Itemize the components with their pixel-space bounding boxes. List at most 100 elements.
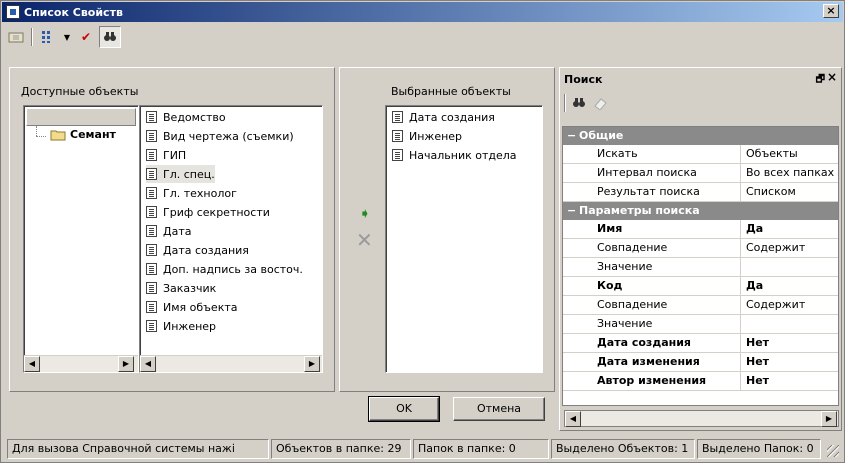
field-icon [146,301,157,313]
property-row[interactable]: Искать Объекты [563,145,838,164]
property-value[interactable]: Списком [743,183,838,202]
property-row[interactable]: Имя Да [563,220,838,239]
field-label: Дата создания [163,243,249,257]
find-panel-close-icon[interactable]: × [827,70,837,84]
available-field-item[interactable]: Ведомство [146,108,226,126]
selected-fields-list[interactable]: Дата создания Инженер Начальник отдела [385,105,543,373]
scroll-right-icon[interactable]: ▶ [118,356,134,372]
property-value[interactable]: Да [743,277,838,296]
selected-field-item[interactable]: Дата создания [392,108,495,126]
scroll-right-icon[interactable]: ▶ [821,411,837,427]
property-value[interactable]: Да [743,220,838,239]
property-category[interactable]: − Общие [563,127,838,145]
collapse-icon[interactable]: − [567,127,577,144]
folder-icon [50,130,66,141]
property-key: Значение [579,315,741,334]
field-label: Инженер [409,129,463,143]
available-field-item[interactable]: Дата создания [146,241,249,259]
find-toggle-button[interactable] [99,26,121,48]
property-value[interactable]: Объекты [743,145,838,164]
property-row[interactable]: Автор изменения Нет [563,372,838,391]
available-field-item[interactable]: Дата [146,222,191,240]
field-icon [146,263,157,275]
property-row[interactable]: Значение [563,315,838,334]
close-button[interactable]: × [823,4,839,18]
property-row[interactable]: Совпадение Содержит [563,296,838,315]
properties-window: Список Свойств × ▼ ✔ Доступные объекты С… [0,0,845,463]
category-label: Общие [579,129,624,142]
property-value[interactable]: Содержит [743,239,838,258]
property-row[interactable]: Дата изменения Нет [563,353,838,372]
available-field-item[interactable]: Гл. спец. [146,165,215,183]
property-value[interactable] [743,258,838,277]
property-grid[interactable]: − Общие Искать Объекты Интервал поиска Во все… [562,126,839,406]
resize-grip-icon[interactable] [827,445,839,457]
available-field-item[interactable]: Заказчик [146,279,216,297]
available-field-item[interactable]: Вид чертежа (съемки) [146,127,294,145]
tree-header [26,108,136,126]
ok-button[interactable]: OK [368,396,440,422]
field-icon [146,282,157,294]
remove-x-icon[interactable]: ✕ [356,228,373,252]
property-row[interactable]: Значение [563,258,838,277]
property-value[interactable]: Во всех папках [743,164,838,183]
property-key: Код [579,277,741,296]
view-dropdown-arrow[interactable]: ▼ [61,26,73,48]
collapse-icon[interactable]: − [567,202,577,219]
available-field-item[interactable]: Гл. технолог [146,184,237,202]
property-row[interactable]: Дата создания Нет [563,334,838,353]
field-icon [146,206,157,218]
property-row[interactable]: Совпадение Содержит [563,239,838,258]
available-field-item[interactable]: Имя объекта [146,298,238,316]
scroll-right-icon[interactable]: ▶ [304,356,320,372]
available-field-item[interactable]: Доп. надпись за восточ. [146,260,303,278]
find-horizontal-scrollbar[interactable]: ◀ ▶ [564,410,839,427]
check-icon[interactable]: ✔ [75,26,97,48]
property-category[interactable]: − Параметры поиска [563,202,838,220]
view-mode-button[interactable] [37,26,59,48]
folder-tree[interactable]: Семант ◀ ▶ [23,105,139,373]
property-value[interactable]: Нет [743,353,838,372]
toolbar-separator [31,28,33,46]
available-fields-list[interactable]: Ведомство Вид чертежа (съемки) ГИП Гл. спец… [139,105,323,373]
binoculars-icon [104,32,116,41]
cancel-button[interactable]: Отмена [453,397,545,421]
property-row[interactable]: Код Да [563,277,838,296]
property-key: Интервал поиска [579,164,741,183]
field-icon [392,149,403,161]
scroll-left-icon[interactable]: ◀ [565,411,581,427]
field-icon [146,225,157,237]
status-selected-folders: Выделено Папок: 0 [697,439,821,459]
scroll-left-icon[interactable]: ◀ [24,356,40,372]
field-label: Дата [163,224,192,238]
available-field-item[interactable]: Инженер [146,317,216,335]
property-value[interactable]: Содержит [743,296,838,315]
property-key: Дата создания [579,334,741,353]
available-field-item[interactable]: Гриф секретности [146,203,270,221]
property-row[interactable]: Интервал поиска Во всех папках [563,164,838,183]
field-label: Инженер [163,319,217,333]
property-value[interactable] [743,315,838,334]
tree-folder-label: Семант [70,128,116,141]
eraser-icon[interactable] [592,96,608,110]
field-label: Гриф секретности [163,205,270,219]
fields-horizontal-scrollbar[interactable]: ◀ ▶ [140,355,322,372]
available-field-item[interactable]: ГИП [146,146,186,164]
binoculars-icon[interactable] [572,97,586,109]
selected-field-item[interactable]: Начальник отдела [392,146,517,164]
field-label: Доп. надпись за восточ. [163,262,303,276]
tree-folder-item[interactable]: Семант [50,128,116,141]
float-window-icon[interactable]: 🗗 [816,72,825,89]
selected-field-item[interactable]: Инженер [392,127,462,145]
scroll-left-icon[interactable]: ◀ [140,356,156,372]
tree-horizontal-scrollbar[interactable]: ◀ ▶ [24,355,138,372]
property-value[interactable]: Нет [743,372,838,391]
add-arrow-icon[interactable]: ➧ [359,207,371,221]
up-folder-button[interactable] [5,26,27,48]
property-value[interactable]: Нет [743,334,838,353]
property-row[interactable]: Результат поиска Списком [563,183,838,202]
find-toolbar [564,94,608,112]
tree-line [36,136,46,137]
field-icon [146,111,157,123]
window-title: Список Свойств [24,5,123,19]
